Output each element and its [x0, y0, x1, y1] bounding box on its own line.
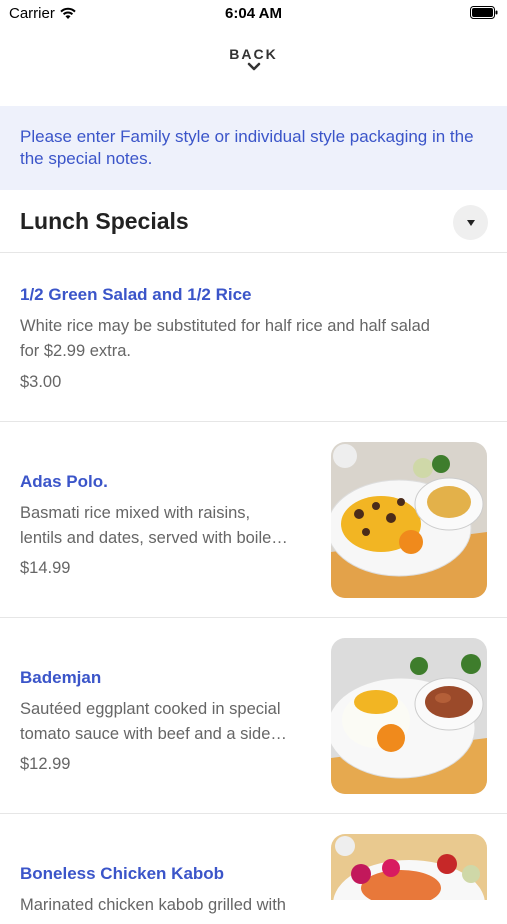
menu-item-image[interactable]	[331, 834, 487, 900]
clock: 6:04 AM	[225, 5, 282, 22]
battery-icon	[470, 6, 498, 19]
menu-item-description: White rice may be substituted for half r…	[20, 317, 430, 360]
menu-item-image[interactable]	[331, 638, 487, 794]
menu-item-description: Basmati rice mixed with raisins, lentils…	[20, 504, 288, 547]
menu-item-name: Adas Polo.	[20, 472, 108, 491]
back-label: BACK	[229, 46, 278, 62]
section-collapse-button[interactable]	[453, 205, 488, 240]
menu-item-name: Boneless Chicken Kabob	[20, 864, 225, 883]
menu-item-price: $12.99	[20, 755, 71, 773]
menu-item-name: Bademjan	[20, 668, 102, 687]
chevron-down-icon	[247, 62, 260, 71]
menu-item[interactable]: Adas Polo. Basmati rice mixed with raisi…	[0, 422, 507, 618]
caret-down-icon	[466, 219, 475, 226]
menu-item-image[interactable]	[331, 442, 487, 598]
special-notes-banner: Please enter Family style or individual …	[0, 106, 507, 190]
menu-item[interactable]: Boneless Chicken Kabob Marinated chicken…	[0, 814, 507, 924]
menu-item[interactable]: 1/2 Green Salad and 1/2 Rice White rice …	[0, 253, 507, 422]
status-bar: Carrier 6:04 AM	[0, 0, 507, 28]
back-button[interactable]: BACK	[0, 46, 507, 72]
menu-item-name: 1/2 Green Salad and 1/2 Rice	[20, 285, 252, 304]
menu-item-price: $3.00	[20, 373, 62, 391]
menu-item-price: $14.99	[20, 559, 71, 577]
menu-item[interactable]: Bademjan Sautéed eggplant cooked in spec…	[0, 618, 507, 814]
menu-item-description: Sautéed eggplant cooked in special tomat…	[20, 700, 287, 743]
section-title: Lunch Specials	[20, 208, 189, 234]
menu-item-description: Marinated chicken kabob grilled with	[20, 896, 286, 914]
section-header: Lunch Specials	[0, 190, 507, 253]
